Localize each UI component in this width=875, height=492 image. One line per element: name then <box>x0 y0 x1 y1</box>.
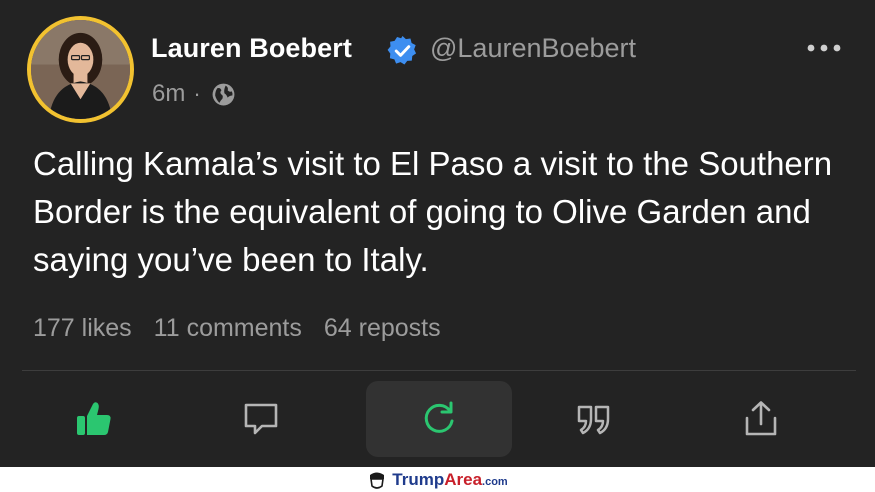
repost-button[interactable] <box>366 381 512 457</box>
reposts-count[interactable]: 64 reposts <box>324 314 441 343</box>
likes-count[interactable]: 177 likes <box>33 314 132 343</box>
comment-icon <box>244 403 278 435</box>
author-handle[interactable]: @LaurenBoebert <box>430 33 636 64</box>
comment-button[interactable] <box>188 381 334 457</box>
globe-icon <box>212 83 235 105</box>
quote-button[interactable] <box>521 381 667 457</box>
watermark-brand-part2: Area <box>444 469 483 489</box>
thumbs-up-icon <box>77 402 111 435</box>
more-options-icon[interactable] <box>806 40 842 56</box>
post-stats: 177 likes 11 comments 64 reposts <box>33 314 441 343</box>
author-name[interactable]: Lauren Boebert <box>151 33 352 64</box>
avatar[interactable] <box>27 16 134 123</box>
post-timestamp[interactable]: 6m <box>152 80 185 108</box>
avatar-photo-icon <box>31 20 130 119</box>
post-meta: 6m · <box>152 79 236 109</box>
share-icon <box>745 401 777 436</box>
watermark-brand-part1: Trump <box>392 469 445 489</box>
watermark-brand-suffix: .com <box>482 475 508 488</box>
watermark-brand: TrumpArea.com <box>392 470 507 490</box>
repost-icon <box>424 401 454 433</box>
quote-icon <box>577 405 610 435</box>
watermark-footer: TrumpArea.com <box>0 467 875 492</box>
share-button[interactable] <box>688 381 834 457</box>
verified-badge-icon <box>387 35 417 65</box>
watermark-logo-icon <box>370 472 385 489</box>
like-button[interactable] <box>21 381 167 457</box>
post-body: Calling Kamala’s visit to El Paso a visi… <box>33 145 833 278</box>
post-card: Lauren Boebert @LaurenBoebert 6m · Calli… <box>0 0 875 467</box>
comments-count[interactable]: 11 comments <box>154 314 302 343</box>
divider <box>22 370 856 371</box>
meta-separator: · <box>193 81 201 106</box>
